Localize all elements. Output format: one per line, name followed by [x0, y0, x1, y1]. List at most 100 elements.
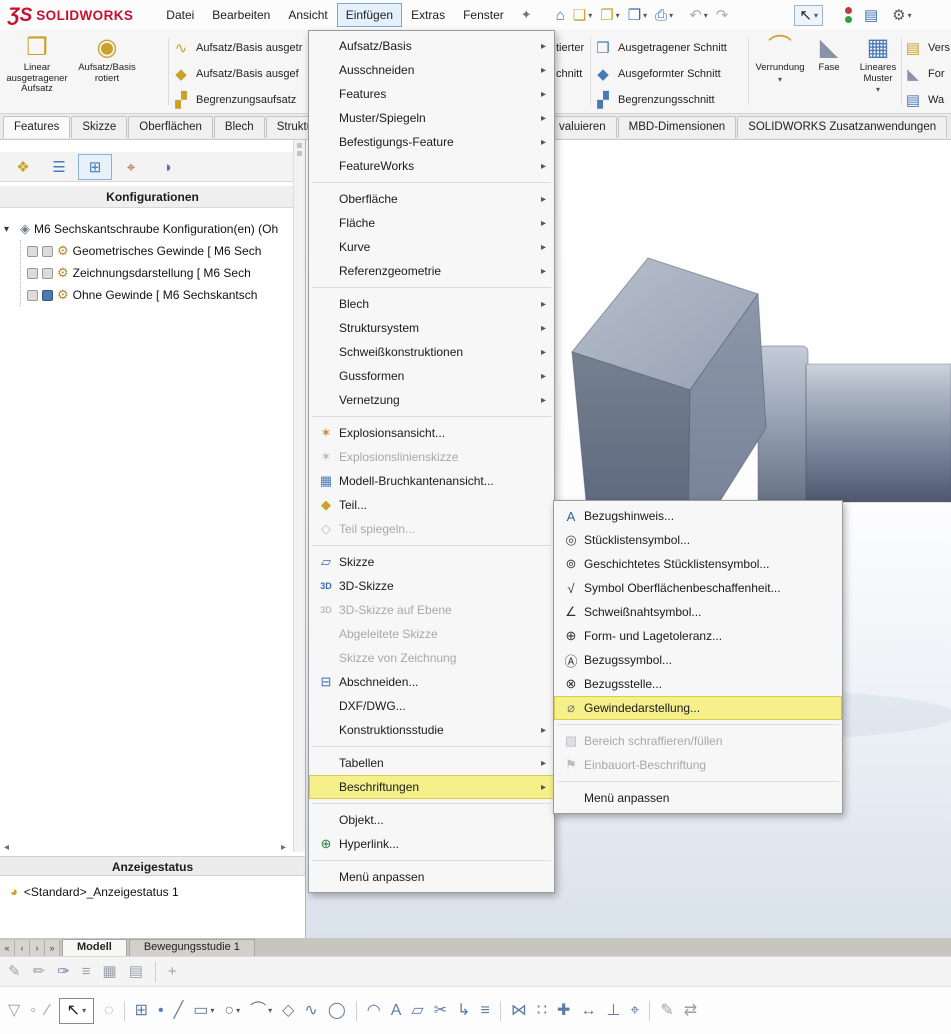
menubar-item-bearbeiten[interactable]: Bearbeiten [203, 3, 279, 27]
smart-dimension-icon[interactable]: ↔ [580, 1002, 596, 1019]
menu-item-bezugsstelle[interactable]: ⊗ Bezugsstelle... [554, 672, 842, 696]
menu-item-blech[interactable]: Blech ▸ [309, 292, 554, 316]
menu-item-symbol-oberfl-chenbeschaffenheit[interactable]: √ Symbol Oberflächenbeschaffenheit... [554, 576, 842, 600]
note-pencil-icon[interactable]: ✏ [33, 964, 46, 979]
model-tab-bewegungsstudie-1[interactable]: Bewegungsstudie 1 [128, 939, 255, 956]
save-icon[interactable]: ❒ ▾ [624, 6, 651, 25]
displaymanager-tab-icon[interactable]: ◑ [150, 154, 184, 180]
menu-item-dxf-dwg[interactable]: DXF/DWG... [309, 694, 554, 718]
prev-tab-icon[interactable]: ‹ [15, 940, 30, 956]
menubar-item-einf-gen[interactable]: Einfügen [336, 3, 403, 27]
pin-toolbar-icon[interactable]: + [168, 964, 177, 979]
convert-entities-icon[interactable]: ↳ [457, 1002, 470, 1019]
filter-vertices-icon[interactable]: ◦ [30, 1002, 36, 1019]
toolbar-item-begrenzungsaufsatz[interactable]: ▞ Begrenzungsaufsatz [172, 87, 302, 113]
dropdown-caret-icon[interactable]: ▾ [704, 11, 708, 20]
arc-tool-icon[interactable]: ⌒ ▾ [250, 1002, 272, 1019]
menu-item-vernetzung[interactable]: Vernetzung ▸ [309, 388, 554, 412]
tab-oberfl-chen[interactable]: Oberflächen [128, 116, 213, 138]
bolt-shaft[interactable] [805, 363, 951, 503]
marker-pen-icon[interactable]: ✑ [57, 964, 70, 979]
menu-item-schwei-nahtsymbol[interactable]: ∠ Schweißnahtsymbol... [554, 600, 842, 624]
menu-item-befestigungs-feature[interactable]: Befestigungs-Feature ▸ [309, 130, 554, 154]
select-cursor-icon[interactable]: ↖ ▾ [58, 997, 95, 1024]
menu-item-hyperlink[interactable]: ⊕ Hyperlink... [309, 832, 554, 856]
dropdown-caret-icon[interactable]: ▾ [876, 85, 880, 94]
dropdown-caret-icon[interactable]: ▾ [588, 11, 592, 20]
menu-item-featureworks[interactable]: FeatureWorks ▸ [309, 154, 554, 178]
toolbar-item-wa[interactable]: ▤ Wa [904, 87, 951, 113]
offset-entities-icon[interactable]: ≡ [481, 1002, 490, 1019]
mirror-entities-icon[interactable]: ⋈ [511, 1002, 527, 1019]
menu-item-struktursystem[interactable]: Struktursystem ▸ [309, 316, 554, 340]
tree-item-zeichnungsdarstellung-m6-sech[interactable]: ⚙ Zeichnungsdarstellung [ M6 Sech [27, 262, 289, 284]
move-entities-icon[interactable]: ✚ [557, 1002, 570, 1019]
dropdown-caret-icon[interactable]: ▾ [669, 11, 673, 20]
circle-tool-icon[interactable]: ○ ▾ [224, 1002, 240, 1019]
sketch-point-icon[interactable]: • [158, 1002, 164, 1019]
menu-item-skizze[interactable]: ▱ Skizze [309, 550, 554, 574]
trim-entities-icon[interactable]: ✂ [434, 1002, 447, 1019]
panel-v-scrollbar[interactable] [293, 140, 305, 852]
tab-blech[interactable]: Blech [213, 116, 265, 138]
filter-edges-icon[interactable]: ∕ [46, 1002, 49, 1019]
tree-item-ohne-gewinde-m6-sechskantsch[interactable]: ⚙ Ohne Gewinde [ M6 Sechskantsch [27, 284, 289, 306]
toolbar-button-fase[interactable]: ◣ Fase [810, 31, 848, 111]
dropdown-caret-icon[interactable]: ▾ [236, 1006, 240, 1015]
menu-item-aufsatz-basis[interactable]: Aufsatz/Basis ▸ [309, 34, 554, 58]
menubar-item-ansicht[interactable]: Ansicht [279, 3, 336, 27]
bolt-collar[interactable] [757, 345, 809, 523]
propertymanager-tab-icon[interactable]: ☰ [42, 154, 76, 180]
add-relation-icon[interactable]: ⊥ [606, 1002, 620, 1019]
tab-solidworks-zusatzanwendungen[interactable]: SOLIDWORKS Zusatzanwendungen [737, 116, 948, 138]
toolbar-item-ausgeformter-schnitt[interactable]: ◆ Ausgeformter Schnitt [594, 61, 727, 87]
menu-item-geschichtetes-st-cklistensymbol[interactable]: ⊚ Geschichtetes Stücklistensymbol... [554, 552, 842, 576]
scroll-left-icon[interactable]: ◂ [4, 842, 9, 853]
menu-item-ausschneiden[interactable]: Ausschneiden ▸ [309, 58, 554, 82]
toolbar-button-lineares-muster[interactable]: ▦ Lineares Muster ▾ [850, 31, 906, 111]
menu-item-tabellen[interactable]: Tabellen ▸ [309, 751, 554, 775]
new-document-icon[interactable]: ❏ ▾ [569, 6, 596, 25]
plane-tool-icon[interactable]: ▱ [411, 1002, 423, 1019]
rectangle-tool-icon[interactable]: ▭ ▾ [193, 1002, 214, 1019]
snaps-icon[interactable]: ⌖ [630, 1002, 639, 1019]
rapid-sketch-icon[interactable]: ✎ [660, 1002, 673, 1019]
layer-icon[interactable]: ▤ [129, 964, 143, 979]
menubar-item-fenster[interactable]: Fenster [454, 3, 513, 27]
first-tab-icon[interactable]: « [0, 940, 15, 956]
menu-item-abschneiden[interactable]: ⊟ Abschneiden... [309, 670, 554, 694]
menu-item-kurve[interactable]: Kurve ▸ [309, 235, 554, 259]
undo-icon[interactable]: ↶ ▾ [685, 6, 712, 25]
toolbar-item-for[interactable]: ◣ For [904, 61, 951, 87]
instant2d-icon[interactable]: ⇄ [684, 1002, 697, 1019]
tab-features[interactable]: Features [3, 116, 71, 138]
menu-item-modell-bruchkantenansicht[interactable]: ▦ Modell-Bruchkantenansicht... [309, 469, 554, 493]
sketch-text-icon[interactable]: A [391, 1002, 402, 1019]
model-tab-modell[interactable]: Modell [62, 939, 127, 956]
featuremanager-tab-icon[interactable]: ❖ [6, 154, 40, 180]
menu-item-men-anpassen[interactable]: Menü anpassen [554, 786, 842, 810]
grid-toggle-icon[interactable]: ▦ [103, 964, 117, 979]
sketch-fillet-icon[interactable]: ◠ [367, 1002, 381, 1019]
splitter-grip[interactable] [297, 151, 302, 156]
dropdown-caret-icon[interactable]: ▾ [814, 11, 818, 20]
tree-root-item[interactable]: ▾ ◈ M6 Sechskantschraube Konfiguration(en)… [4, 218, 289, 240]
toolbar-button-aufsatz-basis-rotiert[interactable]: ◉ Aufsatz/Basis rotiert [74, 31, 140, 111]
dropdown-caret-icon[interactable]: ▾ [908, 11, 912, 20]
annotation-pencil-icon[interactable]: ✎ [8, 964, 21, 979]
dropdown-caret-icon[interactable]: ▾ [778, 75, 782, 84]
menu-item-bezugssymbol[interactable]: Ⓐ Bezugssymbol... [554, 648, 842, 672]
format-lines-icon[interactable]: ≡ [82, 964, 91, 979]
dropdown-caret-icon[interactable]: ▾ [210, 1006, 214, 1015]
polygon-tool-icon[interactable]: ◇ [282, 1002, 294, 1019]
options-gear-icon[interactable]: ⚙ ▾ [888, 6, 915, 25]
scroll-right-icon[interactable]: ▸ [281, 842, 286, 853]
menu-item-features[interactable]: Features ▸ [309, 82, 554, 106]
next-tab-icon[interactable]: › [30, 940, 45, 956]
pin-star-icon[interactable]: ✦ [521, 7, 532, 23]
menu-item-st-cklistensymbol[interactable]: ◎ Stücklistensymbol... [554, 528, 842, 552]
configurationmanager-tab-icon[interactable]: ⊞ [78, 154, 112, 180]
menubar-item-datei[interactable]: Datei [157, 3, 203, 27]
menu-item-referenzgeometrie[interactable]: Referenzgeometrie ▸ [309, 259, 554, 283]
menubar-item-extras[interactable]: Extras [402, 3, 454, 27]
